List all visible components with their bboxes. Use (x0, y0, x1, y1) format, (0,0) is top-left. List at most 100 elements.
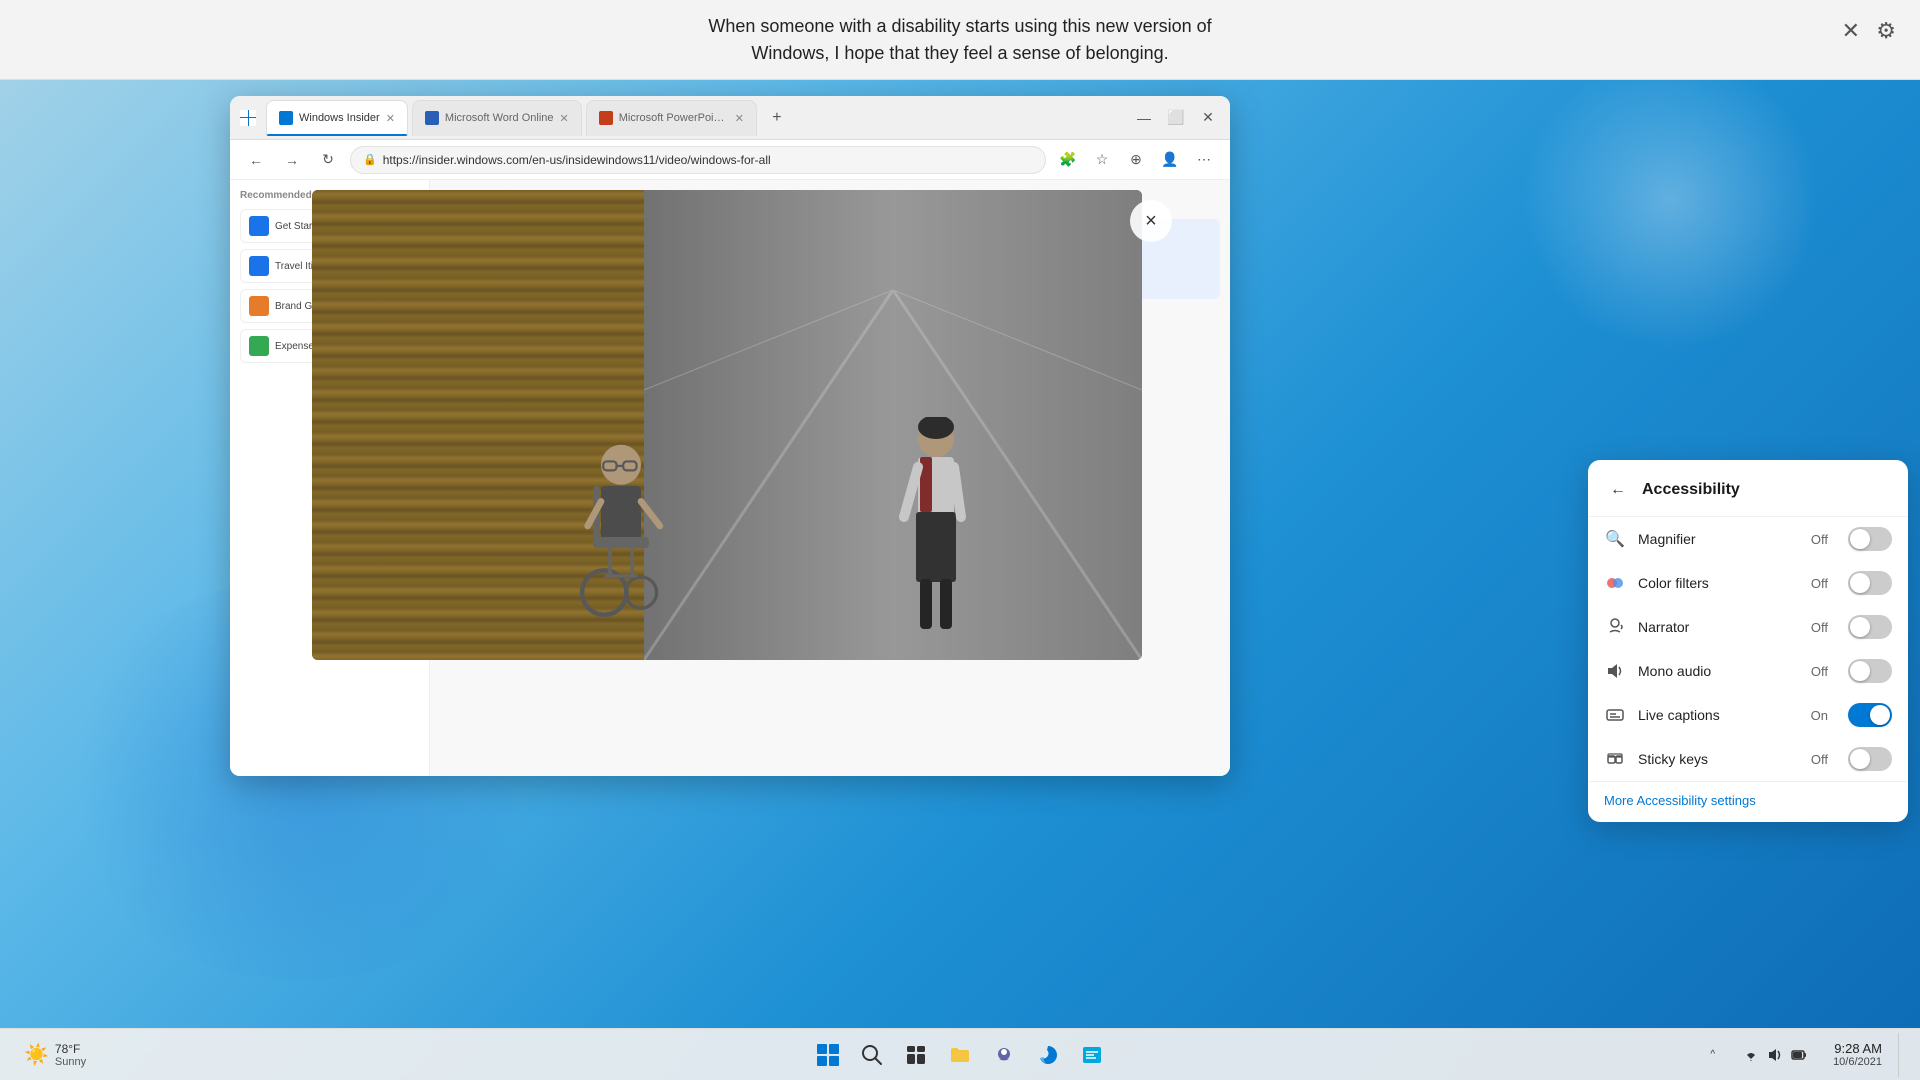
task-view-icon (905, 1044, 927, 1066)
time-text: 9:28 AM (1833, 1041, 1882, 1056)
win-square-4 (829, 1056, 839, 1066)
windows-logo-icon (817, 1044, 839, 1066)
sticky-keys-item[interactable]: Sticky keys Off (1588, 737, 1908, 781)
extensions-button[interactable]: 🧩 (1054, 146, 1082, 174)
task-view-button[interactable] (896, 1035, 936, 1075)
tab-ppt-online[interactable]: Microsoft PowerPoint Online ✕ (586, 100, 757, 136)
weather-condition: Sunny (55, 1056, 86, 1068)
narrator-label: Narrator (1638, 619, 1799, 635)
tab-ppt-close[interactable]: ✕ (735, 112, 744, 125)
win-square-2 (829, 1044, 839, 1054)
url-text[interactable]: https://insider.windows.com/en-us/inside… (383, 153, 771, 167)
forward-button[interactable]: → (278, 146, 306, 174)
tab-word-close[interactable]: ✕ (560, 112, 569, 125)
network-icon (1743, 1047, 1759, 1063)
edge-browser-button[interactable] (1028, 1035, 1068, 1075)
taskbar-left: ☀️ 78°F Sunny (16, 1038, 94, 1072)
video-player[interactable] (312, 190, 1142, 660)
notification-bar: When someone with a disability starts us… (0, 0, 1920, 80)
card-icon-getstarted (249, 216, 269, 236)
favorites-button[interactable]: ☆ (1088, 146, 1116, 174)
video-tint (312, 190, 1142, 660)
minimize-button[interactable]: — (1130, 104, 1158, 132)
narrator-icon (1604, 616, 1626, 638)
tab-word-online[interactable]: Microsoft Word Online ✕ (412, 100, 582, 136)
live-captions-label: Live captions (1638, 707, 1799, 723)
browser-titlebar: Windows Insider ✕ Microsoft Word Online … (230, 96, 1230, 140)
panel-footer: More Accessibility settings (1588, 781, 1908, 814)
tab-ppt-label: Microsoft PowerPoint Online (619, 112, 729, 124)
weather-widget[interactable]: ☀️ 78°F Sunny (16, 1038, 94, 1072)
tab-windows-insider[interactable]: Windows Insider ✕ (266, 100, 408, 136)
tab-word-label: Microsoft Word Online (445, 112, 554, 124)
date-text: 10/6/2021 (1833, 1056, 1882, 1068)
edge-browser-icon (1037, 1044, 1059, 1066)
taskbar-center (808, 1035, 1112, 1075)
mono-audio-status: Off (1811, 664, 1828, 679)
active-tab-indicator (267, 134, 407, 136)
tab-word-icon (425, 111, 439, 125)
volume-icon (1767, 1047, 1783, 1063)
tab-insider-close[interactable]: ✕ (386, 112, 395, 125)
weather-info: 78°F Sunny (55, 1042, 86, 1068)
video-content (312, 190, 1142, 660)
taskbar-right: ^ 9:28 AM 10/6/2021 (1700, 1033, 1904, 1077)
card-icon-brand (249, 296, 269, 316)
search-taskbar-button[interactable] (852, 1035, 892, 1075)
video-close-button[interactable]: × (1130, 200, 1172, 242)
system-tray[interactable]: ^ (1700, 1043, 1725, 1066)
mono-audio-icon (1604, 660, 1626, 682)
refresh-button[interactable]: ↻ (314, 146, 342, 174)
address-bar[interactable]: 🔒 https://insider.windows.com/en-us/insi… (350, 146, 1046, 174)
color-filters-item[interactable]: Color filters Off (1588, 561, 1908, 605)
notification-close-button[interactable]: ✕ (1842, 18, 1860, 44)
back-arrow-icon: ← (1610, 481, 1626, 499)
chat-button[interactable] (984, 1035, 1024, 1075)
back-button[interactable]: ← (242, 146, 270, 174)
notification-line2: Windows, I hope that they feel a sense o… (751, 43, 1168, 63)
panel-back-button[interactable]: ← (1604, 476, 1632, 504)
live-captions-status: On (1811, 708, 1828, 723)
file-explorer-button[interactable] (940, 1035, 980, 1075)
news-icon (1081, 1044, 1103, 1066)
notification-gear-button[interactable]: ⚙ (1876, 18, 1896, 44)
maximize-button[interactable]: ⬜ (1162, 104, 1190, 132)
search-taskbar-icon (861, 1044, 883, 1066)
start-button[interactable] (808, 1035, 848, 1075)
live-captions-toggle[interactable] (1848, 703, 1892, 727)
narrator-item[interactable]: Narrator Off (1588, 605, 1908, 649)
bg-decoration-1 (1520, 50, 1820, 350)
sticky-keys-toggle[interactable] (1848, 747, 1892, 771)
narrator-status: Off (1811, 620, 1828, 635)
live-captions-item[interactable]: Live captions On (1588, 693, 1908, 737)
browser-favicon (238, 108, 258, 128)
video-scene (312, 190, 1142, 660)
color-filters-toggle[interactable] (1848, 571, 1892, 595)
notification-line1: When someone with a disability starts us… (708, 16, 1211, 36)
mono-audio-toggle[interactable] (1848, 659, 1892, 683)
browser-action-icons: 🧩 ☆ ⊕ 👤 ⋯ (1054, 146, 1218, 174)
more-button[interactable]: ⋯ (1190, 146, 1218, 174)
tray-chevron-icon: ^ (1710, 1049, 1715, 1060)
tab-insider-icon (279, 111, 293, 125)
close-icon: × (1145, 210, 1157, 233)
collections-button[interactable]: ⊕ (1122, 146, 1150, 174)
close-window-button[interactable]: ✕ (1194, 104, 1222, 132)
more-accessibility-settings-link[interactable]: More Accessibility settings (1604, 793, 1756, 808)
browser-nav-bar: ← → ↻ 🔒 https://insider.windows.com/en-u… (230, 140, 1230, 180)
security-icon: 🔒 (363, 153, 377, 166)
network-sound-battery[interactable] (1733, 1041, 1817, 1069)
magnifier-item[interactable]: 🔍 Magnifier Off (1588, 517, 1908, 561)
magnifier-toggle[interactable] (1848, 527, 1892, 551)
sticky-keys-status: Off (1811, 752, 1828, 767)
show-desktop-button[interactable] (1898, 1033, 1904, 1077)
clock-display[interactable]: 9:28 AM 10/6/2021 (1825, 1037, 1890, 1072)
profile-button[interactable]: 👤 (1156, 146, 1184, 174)
live-captions-icon (1604, 704, 1626, 726)
sticky-keys-icon (1604, 748, 1626, 770)
news-button[interactable] (1072, 1035, 1112, 1075)
color-filters-status: Off (1811, 576, 1828, 591)
narrator-toggle[interactable] (1848, 615, 1892, 639)
new-tab-button[interactable]: + (761, 102, 793, 134)
mono-audio-item[interactable]: Mono audio Off (1588, 649, 1908, 693)
